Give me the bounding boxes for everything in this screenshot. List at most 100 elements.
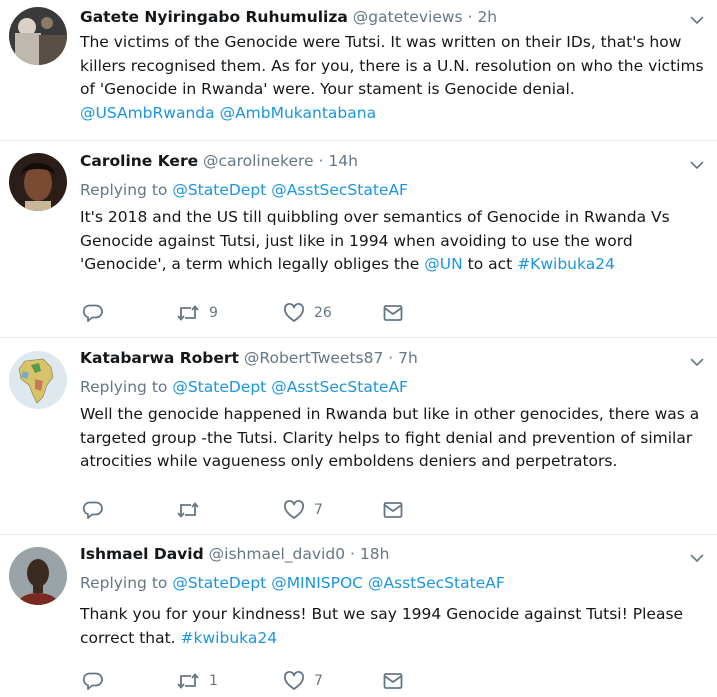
reply-icon — [82, 302, 104, 324]
hashtag-link[interactable]: #Kwibuka24 — [517, 255, 615, 273]
text-segment: correct that. — [80, 628, 176, 647]
direct-message-icon — [382, 499, 404, 521]
chevron-down-icon[interactable] — [689, 354, 705, 370]
mention-link[interactable]: @USAmbRwanda — [80, 104, 215, 122]
mention-link[interactable]: @AmbMukantabana — [220, 104, 377, 122]
user-handle[interactable]: @gateteviews — [353, 8, 463, 26]
mention-link[interactable]: @AsstSecStateAF — [271, 181, 408, 199]
direct-message-button[interactable] — [382, 499, 404, 521]
like-icon — [283, 670, 305, 692]
hashtag-link[interactable]: #kwibuka24 — [181, 629, 278, 647]
tweet-text-line: of 'Genocide in Rwanda' were. Your stame… — [80, 80, 575, 99]
retweet-icon — [176, 499, 200, 521]
reply-button[interactable] — [82, 499, 104, 521]
replying-to: Replying to @StateDept @AsstSecStateAF — [80, 378, 408, 396]
tweet-text-line: Genocide against Tutsi, just like in 199… — [80, 231, 633, 250]
chevron-down-icon[interactable] — [689, 550, 705, 566]
tweet-text-line: It's 2018 and the US till quibbling over… — [80, 208, 670, 226]
tweet-text: It's 2018 and the US till quibbling over… — [80, 206, 705, 277]
direct-message-icon — [382, 302, 404, 324]
tweet-header: Caroline Kere @carolinekere · 14h — [80, 152, 358, 170]
avatar[interactable] — [9, 153, 67, 211]
retweet-icon — [176, 670, 200, 692]
tweet-text-line: 'Genocide', a term which legally obliges… — [80, 253, 705, 277]
retweet-button[interactable]: 9 — [176, 302, 218, 324]
display-name[interactable]: Ishmael David — [80, 545, 204, 563]
mention-link[interactable]: @AsstSecStateAF — [368, 574, 505, 592]
tweet[interactable]: Gatete Nyiringabo Ruhumuliza @gateteview… — [0, 0, 717, 140]
tweet-text: Thank you for your kindness! But we say … — [80, 603, 705, 650]
text-segment: to act — [467, 255, 513, 274]
tweet-actions: 9 26 — [80, 302, 440, 324]
tweet-text-line: targeted group -the Tutsi. Clarity helps… — [80, 428, 693, 447]
retweet-button[interactable] — [176, 499, 200, 521]
tweet-actions: 1 7 — [80, 670, 440, 692]
separator-dot: · — [318, 152, 324, 170]
reply-button[interactable] — [82, 302, 104, 324]
reply-icon — [82, 499, 104, 521]
direct-message-button[interactable] — [382, 670, 404, 692]
tweet[interactable]: Ishmael David @ishmael_david0 · 18h Repl… — [0, 535, 717, 697]
display-name[interactable]: Gatete Nyiringabo Ruhumuliza — [80, 8, 348, 26]
timestamp[interactable]: 2h — [477, 8, 497, 26]
like-button[interactable]: 7 — [283, 670, 323, 692]
mention-link[interactable]: @AsstSecStateAF — [271, 378, 408, 396]
timestamp[interactable]: 18h — [360, 545, 390, 563]
tweet-header: Gatete Nyiringabo Ruhumuliza @gateteview… — [80, 8, 497, 26]
retweet-count: 9 — [209, 305, 218, 321]
separator-dot: · — [350, 545, 355, 563]
tweet-text: Well the genocide happened in Rwanda but… — [80, 403, 705, 474]
like-count: 7 — [314, 502, 323, 518]
reply-button[interactable] — [82, 670, 104, 692]
tweet-text-line: Well the genocide happened in Rwanda but… — [80, 405, 700, 423]
avatar[interactable] — [9, 547, 67, 605]
separator-dot: · — [388, 349, 394, 367]
like-button[interactable]: 7 — [283, 499, 323, 521]
tweet-text-line: The victims of the Genocide were Tutsi. … — [80, 33, 682, 51]
user-handle[interactable]: @carolinekere — [203, 152, 314, 170]
chevron-down-icon[interactable] — [689, 157, 705, 173]
tweet-text-line: Thank you for your kindness! But we say … — [80, 605, 684, 623]
tweet-header: Katabarwa Robert @RobertTweets87 · 7h — [80, 349, 418, 367]
retweet-button[interactable]: 1 — [176, 670, 218, 692]
replying-to-label: Replying to — [80, 181, 168, 199]
tweet[interactable]: Katabarwa Robert @RobertTweets87 · 7h Re… — [0, 338, 717, 534]
mention-link[interactable]: @StateDept — [172, 181, 266, 199]
direct-message-icon — [382, 670, 404, 692]
tweet[interactable]: Caroline Kere @carolinekere · 14h Replyi… — [0, 141, 717, 337]
tweet-actions: 7 — [80, 499, 440, 521]
tweet-text: The victims of the Genocide were Tutsi. … — [80, 31, 705, 125]
retweet-count: 1 — [209, 673, 218, 689]
like-count: 26 — [314, 305, 332, 321]
tweet-text-line: killers recognised them. As for you, the… — [80, 56, 704, 75]
mention-link[interactable]: @StateDept — [172, 574, 266, 592]
chevron-down-icon[interactable] — [689, 12, 705, 28]
timestamp[interactable]: 14h — [328, 152, 358, 170]
retweet-icon — [176, 302, 200, 324]
like-icon — [283, 302, 305, 324]
tweet-header: Ishmael David @ishmael_david0 · 18h — [80, 545, 389, 563]
mention-link[interactable]: @MINISPOC — [271, 574, 363, 592]
mention-link[interactable]: @UN — [424, 255, 462, 273]
avatar[interactable] — [9, 7, 67, 65]
user-handle[interactable]: @ishmael_david0 — [209, 545, 345, 563]
tweet-text-line: correct that. #kwibuka24 — [80, 627, 705, 651]
reply-icon — [82, 670, 104, 692]
mention-link[interactable]: @StateDept — [172, 378, 266, 396]
replying-to: Replying to @StateDept @MINISPOC @AsstSe… — [80, 574, 505, 592]
tweet-text-line: atrocities while vagueness only embolden… — [80, 452, 618, 471]
like-button[interactable]: 26 — [283, 302, 332, 324]
like-icon — [283, 499, 305, 521]
timestamp[interactable]: 7h — [398, 349, 418, 367]
replying-to-label: Replying to — [80, 574, 168, 592]
text-segment: 'Genocide', a term which legally obliges… — [80, 255, 420, 274]
avatar[interactable] — [9, 351, 67, 409]
display-name[interactable]: Caroline Kere — [80, 152, 198, 170]
user-handle[interactable]: @RobertTweets87 — [244, 349, 383, 367]
direct-message-button[interactable] — [382, 302, 404, 324]
mention-line: @USAmbRwanda @AmbMukantabana — [80, 102, 705, 126]
separator-dot: · — [467, 8, 473, 26]
display-name[interactable]: Katabarwa Robert — [80, 349, 239, 367]
replying-to-label: Replying to — [80, 378, 168, 396]
like-count: 7 — [314, 673, 323, 689]
